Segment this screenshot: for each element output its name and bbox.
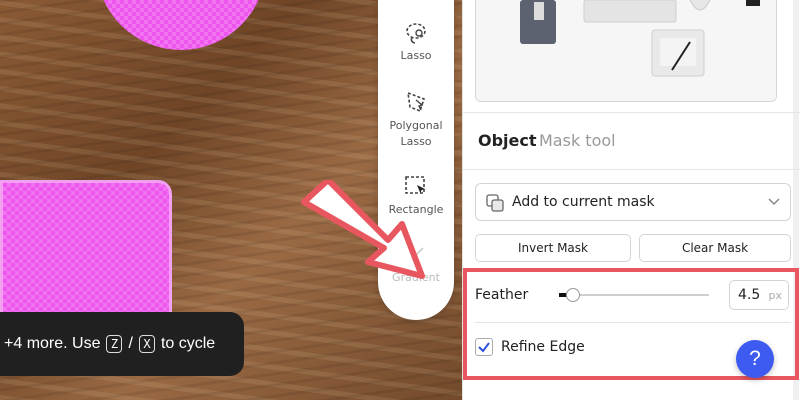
- tool-cycle-toast: +4 more. Use Z / X to cycle: [0, 312, 244, 376]
- tool-lasso-label: Lasso: [400, 49, 432, 62]
- feather-unit: px: [768, 289, 783, 302]
- toast-prefix: +4 more. Use: [4, 335, 101, 352]
- lasso-icon: [406, 23, 426, 44]
- image-preview-thumbnail: [475, 0, 777, 102]
- chevron-down-icon: [768, 198, 780, 206]
- mask-region-rectangle: [0, 180, 172, 320]
- tool-polygonal-lasso-label: Polygonal Lasso: [389, 119, 443, 148]
- feather-slider[interactable]: [559, 288, 709, 302]
- feather-value: 4.5: [738, 287, 761, 303]
- tab-object[interactable]: Object: [478, 131, 537, 150]
- panel-tabs: Object Mask tool: [463, 112, 800, 170]
- checkmark-icon: [478, 342, 490, 353]
- invert-mask-button[interactable]: Invert Mask: [475, 234, 631, 262]
- mask-mode-dropdown[interactable]: Add to current mask: [475, 183, 791, 221]
- add-mask-icon: [486, 194, 504, 212]
- toast-separator: /: [128, 335, 133, 352]
- toast-suffix: to cycle: [160, 335, 216, 352]
- divider: [475, 322, 791, 323]
- polygonal-lasso-icon: [407, 91, 426, 113]
- feather-label: Feather: [475, 287, 529, 303]
- mask-region-circle: [96, 0, 266, 50]
- help-button[interactable]: ?: [736, 340, 774, 378]
- tool-lasso[interactable]: Lasso: [378, 20, 454, 64]
- refine-edge-label: Refine Edge: [501, 339, 585, 355]
- key-z: Z: [106, 335, 123, 353]
- tab-mask-tool[interactable]: Mask tool: [539, 131, 616, 150]
- annotation-arrow: [301, 180, 425, 279]
- refine-edge-checkbox[interactable]: [475, 338, 493, 356]
- tool-polygonal-lasso[interactable]: Polygonal Lasso: [378, 90, 454, 150]
- mask-mode-selected: Add to current mask: [512, 194, 655, 210]
- key-x: X: [138, 335, 155, 353]
- feather-value-input[interactable]: 4.5 px: [729, 280, 789, 310]
- clear-mask-button[interactable]: Clear Mask: [639, 234, 791, 262]
- preview-image: [476, 0, 776, 101]
- feather-slider-thumb[interactable]: [565, 288, 580, 302]
